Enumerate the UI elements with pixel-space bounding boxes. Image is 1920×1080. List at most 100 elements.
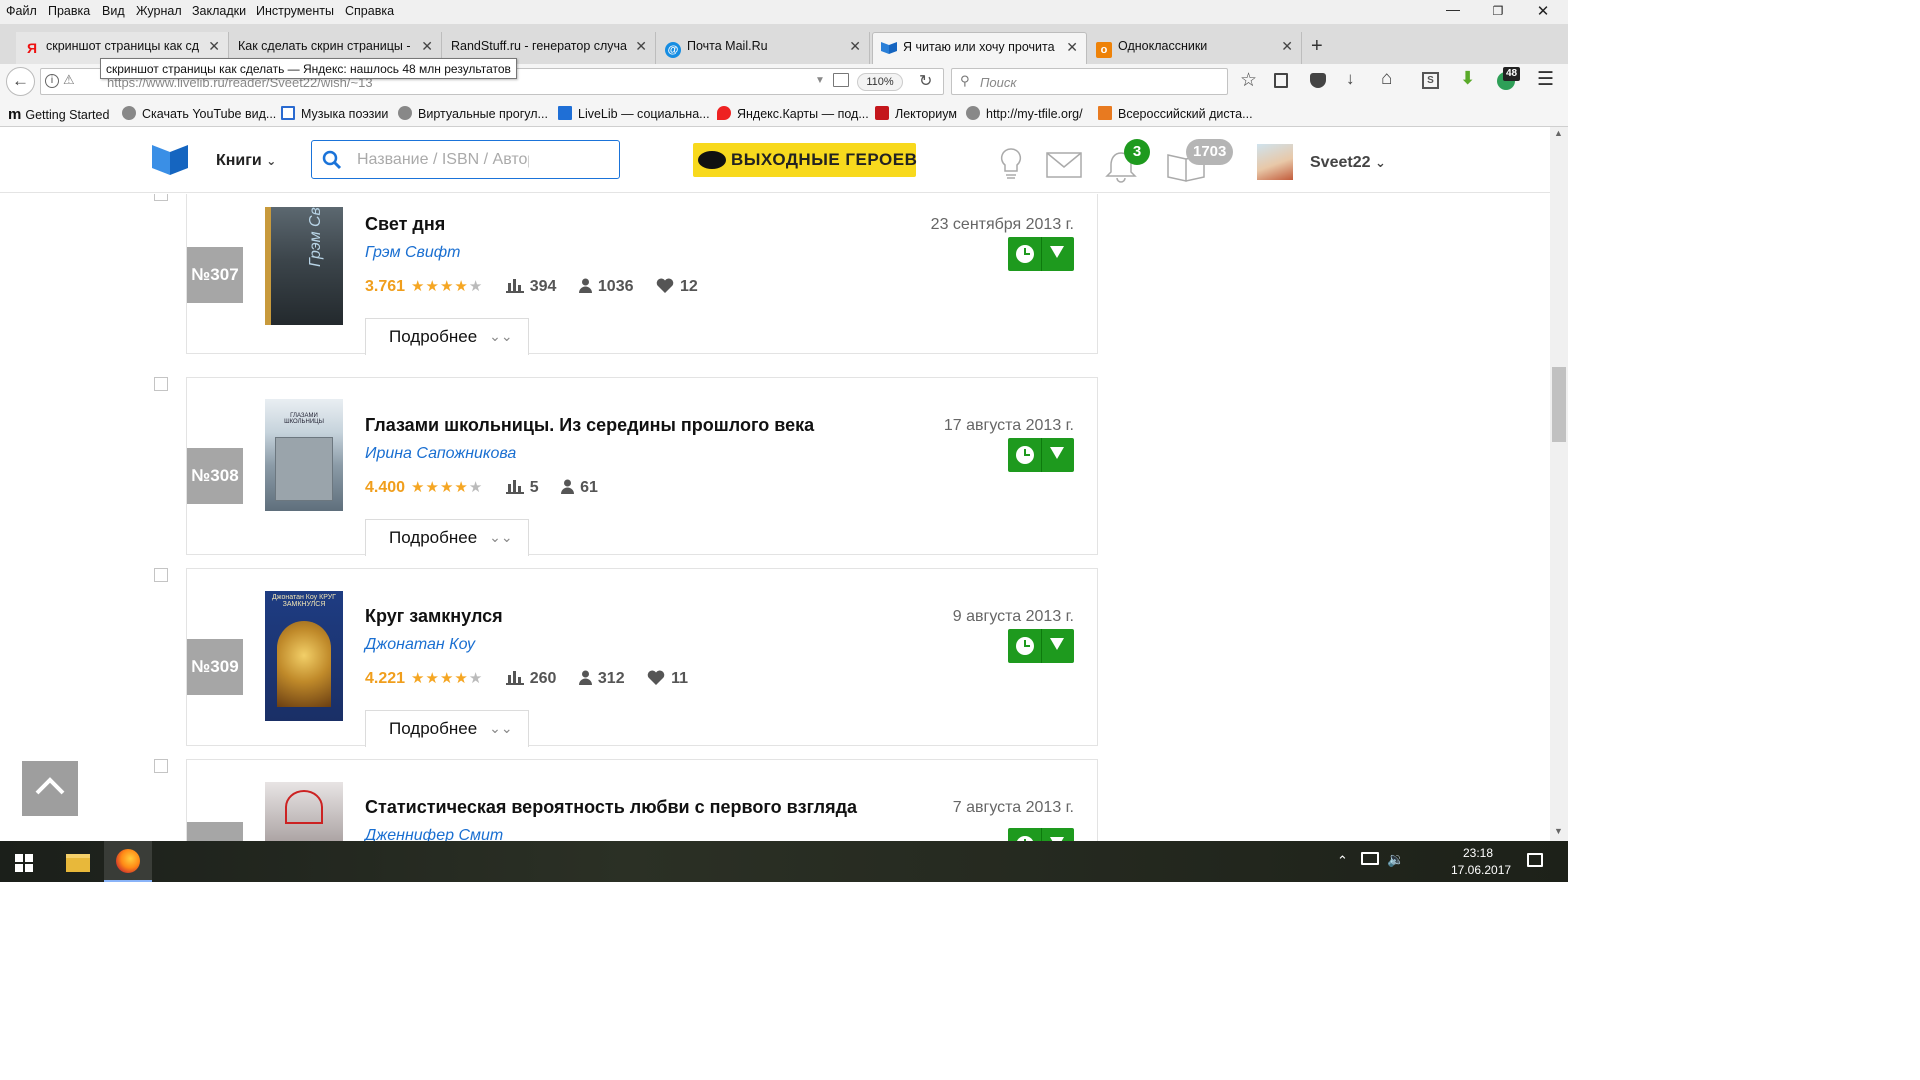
menu-history[interactable]: Журнал [136,4,182,18]
reload-icon[interactable]: ↻ [919,71,932,91]
bookmark-yandex-maps[interactable]: Яндекс.Карты — под... [717,106,869,121]
reader-view-icon[interactable] [833,73,849,87]
close-tab-icon[interactable]: ✕ [208,38,220,55]
readers-stat[interactable]: 260 [505,670,556,687]
new-tab-icon[interactable]: + [1311,35,1323,58]
details-toggle[interactable]: Подробнее ⌄⌄ [365,710,529,747]
zoom-level[interactable]: 110% [857,73,903,91]
tab-livelib[interactable]: Я читаю или хочу прочита ✕ [872,32,1087,64]
likes-stat[interactable]: 11 [647,670,688,687]
tab-mail[interactable]: @ Почта Mail.Ru ✕ [657,32,870,64]
action-center-icon[interactable] [1527,853,1543,867]
bookmark-virtual-tours[interactable]: Виртуальные прогул... [398,106,548,121]
back-icon[interactable]: ← [6,67,35,96]
scroll-to-top-button[interactable] [22,761,78,816]
dropdown-arrow-icon[interactable] [1050,638,1064,650]
close-tab-icon[interactable]: ✕ [849,38,861,55]
close-tab-icon[interactable]: ✕ [1281,38,1293,55]
bookmark-livelib[interactable]: LiveLib — социальна... [558,106,710,121]
volume-icon[interactable]: 🔉 [1387,851,1404,868]
menu-hamburger-icon[interactable]: ☰ [1537,68,1554,91]
browser-search-box[interactable]: ⚲ Поиск [951,68,1228,95]
status-button[interactable] [1008,237,1074,271]
bookmark-poetry[interactable]: Музыка поэзии [281,106,388,121]
livelib-logo[interactable] [152,141,188,178]
menu-file[interactable]: Файл [6,4,37,18]
chevron-up-icon[interactable]: ⌃ [1337,853,1348,869]
download-icon[interactable]: ↓ [1346,69,1355,89]
downloader-addon-icon[interactable]: ⬇ [1460,68,1475,89]
info-icon[interactable]: i [45,74,59,88]
book-title[interactable]: Круг замкнулся [365,606,503,627]
mail-icon[interactable] [1046,152,1082,178]
close-window-icon[interactable]: ✕ [1528,2,1558,20]
firefox-taskbar-button[interactable] [104,841,152,882]
bookmark-getting-started[interactable]: m Getting Started [8,106,109,123]
select-checkbox[interactable] [154,377,168,391]
bookmark-distance[interactable]: Всероссийский диста... [1098,106,1253,121]
book-author[interactable]: Грэм Свифт [365,244,461,262]
screenshot-addon-icon[interactable]: S [1422,72,1439,89]
readers-stat[interactable]: 394 [505,278,556,295]
network-icon[interactable] [1361,852,1379,865]
close-tab-icon[interactable]: ✕ [1066,39,1078,56]
pocket-icon[interactable] [1310,73,1326,88]
book-author[interactable]: Джонатан Коу [365,636,475,654]
menu-view[interactable]: Вид [102,4,125,18]
book-title[interactable]: Свет дня [365,214,445,235]
book-cover[interactable]: ГЛАЗАМИ ШКОЛЬНИЦЫ [265,399,343,511]
url-dropdown-icon[interactable]: ▼ [815,75,825,86]
bookmark-lectorium[interactable]: Лекториум [875,106,957,121]
restore-icon[interactable]: ❐ [1483,4,1513,18]
wants-stat[interactable]: 1036 [578,278,634,295]
insecure-icon[interactable]: ⚠ [63,72,75,88]
scrollbar-thumb[interactable] [1552,367,1566,442]
book-title[interactable]: Глазами школьницы. Из середины прошлого … [365,415,814,436]
file-explorer-button[interactable] [54,841,102,882]
scroll-up-arrow-icon[interactable]: ▲ [1554,128,1563,138]
menu-help[interactable]: Справка [345,4,394,18]
lightbulb-icon[interactable] [999,147,1023,181]
select-checkbox[interactable] [154,568,168,582]
home-icon[interactable]: ⌂ [1381,68,1392,90]
readers-stat[interactable]: 5 [505,479,539,496]
book-cover[interactable] [265,782,343,841]
select-checkbox[interactable] [154,194,168,201]
book-cover[interactable]: Джонатан Коу КРУГ ЗАМКНУЛСЯ [265,591,343,721]
select-checkbox[interactable] [154,759,168,773]
books-menu[interactable]: Книги ⌄ [216,152,276,170]
windows-start-icon[interactable] [15,854,33,872]
book-author[interactable]: Дженнифер Смит [365,827,503,841]
menu-bookmarks[interactable]: Закладки [192,4,246,18]
book-cover[interactable]: Грэм Свифт СВЕТ ДНЯ [265,207,343,325]
promo-banner[interactable]: ВЫХОДНЫЕ ГЕРОЕВ [693,143,917,177]
bookmark-star-icon[interactable]: ☆ [1240,69,1257,92]
bookmark-youtube[interactable]: Скачать YouTube вид... [122,106,276,121]
page-scrollbar[interactable]: ▲ ▼ [1550,127,1568,841]
minimize-icon[interactable]: — [1438,1,1468,17]
bookmarks-list-icon[interactable] [1274,73,1288,88]
status-button[interactable] [1008,828,1074,841]
avatar[interactable] [1257,144,1293,180]
status-button[interactable] [1008,629,1074,663]
details-toggle[interactable]: Подробнее ⌄⌄ [365,318,529,355]
bookmark-tfile[interactable]: http://my-tfile.org/ [966,106,1083,121]
book-title[interactable]: Статистическая вероятность любви с перво… [365,797,857,818]
dropdown-arrow-icon[interactable] [1050,246,1064,258]
close-tab-icon[interactable]: ✕ [421,38,433,55]
site-search-input[interactable]: Название / ISBN / Автор [311,140,620,179]
menu-edit[interactable]: Правка [48,4,90,18]
clock-time[interactable]: 23:18 [1463,846,1493,860]
scroll-down-arrow-icon[interactable]: ▼ [1554,826,1563,836]
wants-stat[interactable]: 61 [561,479,598,496]
dropdown-arrow-icon[interactable] [1050,447,1064,459]
clock-date[interactable]: 17.06.2017 [1451,863,1511,877]
close-tab-icon[interactable]: ✕ [635,38,647,55]
status-button[interactable] [1008,438,1074,472]
details-toggle[interactable]: Подробнее ⌄⌄ [365,519,529,556]
wants-stat[interactable]: 312 [578,670,625,687]
user-menu[interactable]: Sveet22 ⌄ [1310,154,1386,172]
tab-odnoklassniki[interactable]: о Одноклассники ✕ [1088,32,1302,64]
book-author[interactable]: Ирина Сапожникова [365,445,516,463]
likes-stat[interactable]: 12 [656,278,698,295]
